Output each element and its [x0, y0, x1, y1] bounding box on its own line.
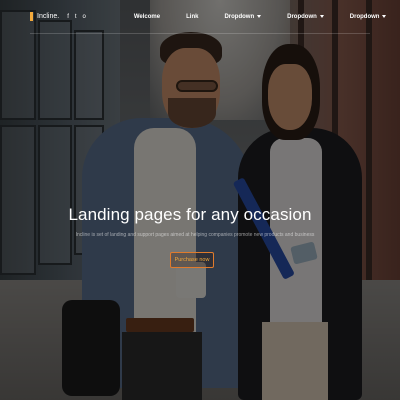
nav-link-link[interactable]: Link: [186, 14, 198, 20]
chevron-down-icon: [257, 15, 262, 18]
twitter-icon[interactable]: t: [75, 14, 77, 20]
nav-link-welcome[interactable]: Welcome: [134, 14, 160, 20]
hero-overlay: [0, 0, 400, 400]
nav-link-label: Dropdown: [287, 13, 317, 20]
nav-link-label: Dropdown: [349, 13, 380, 20]
facebook-icon[interactable]: f: [67, 14, 69, 20]
brand-logo[interactable]: Incline.: [30, 12, 59, 21]
nav-dropdown-2[interactable]: Dropdown: [287, 14, 324, 20]
hero-subtitle: Incline is set of landing and support pa…: [75, 232, 315, 238]
hero-title: Landing pages for any occasion: [68, 205, 312, 224]
nav-link-label: Link: [186, 13, 199, 20]
chevron-down-icon: [319, 15, 324, 18]
chevron-down-icon: [382, 15, 387, 18]
social-links: f t o: [67, 14, 86, 20]
nav-links: Welcome Link Dropdown Dropdown Dropdown: [134, 14, 400, 20]
brand-name: Incline.: [37, 13, 60, 20]
nav-dropdown-3[interactable]: Dropdown: [350, 14, 387, 20]
nav-dropdown-1[interactable]: Dropdown: [224, 13, 262, 20]
nav-link-label: Welcome: [133, 13, 161, 20]
brand-mark-icon: [30, 12, 33, 21]
navbar: Incline. f t o Welcome Link Dropdown Dro…: [30, 0, 387, 34]
nav-link-label: Dropdown: [224, 13, 255, 20]
instagram-icon[interactable]: o: [83, 14, 86, 20]
purchase-now-button[interactable]: Purchase now: [170, 252, 214, 268]
